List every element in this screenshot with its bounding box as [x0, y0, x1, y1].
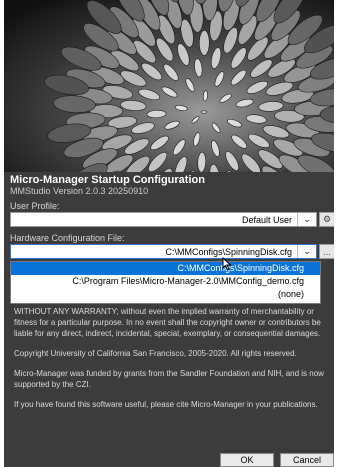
- config-option[interactable]: C:\MMConfigs\SpinningDisk.cfg: [11, 262, 320, 275]
- user-profile-combo[interactable]: Default User ⌄: [10, 212, 317, 227]
- startup-dialog: Micro-Manager Startup Configuration MMSt…: [4, 0, 334, 467]
- hardware-config-value: C:\MMConfigs\SpinningDisk.cfg: [165, 247, 292, 257]
- mouse-cursor-icon: [222, 257, 232, 271]
- app-title: Micro-Manager Startup Configuration: [10, 174, 205, 186]
- config-option[interactable]: (none): [11, 288, 320, 301]
- user-profile-label: User Profile:: [10, 201, 60, 211]
- config-option[interactable]: C:\Program Files\Micro-Manager-2.0\MMCon…: [11, 275, 320, 288]
- hardware-config-combo[interactable]: C:\MMConfigs\SpinningDisk.cfg ⌄: [10, 244, 317, 259]
- user-profile-value: Default User: [241, 215, 292, 225]
- hardware-config-dropdown-list[interactable]: C:\MMConfigs\SpinningDisk.cfg C:\Program…: [10, 261, 321, 304]
- browse-config-button[interactable]: ...: [319, 244, 334, 259]
- app-version: MMStudio Version 2.0.3 20250910: [10, 186, 149, 196]
- chevron-down-icon[interactable]: ⌄: [297, 245, 316, 258]
- profile-settings-button[interactable]: ⚙: [319, 212, 334, 227]
- license-paragraph: WITHOUT ANY WARRANTY; without even the i…: [14, 307, 321, 338]
- license-text: WITHOUT ANY WARRANTY; without even the i…: [14, 306, 330, 419]
- license-paragraph: Micro-Manager was funded by grants from …: [14, 369, 324, 389]
- browse-button-label: ...: [323, 246, 331, 257]
- hardware-config-label: Hardware Configuration File:: [10, 233, 125, 243]
- chevron-down-icon[interactable]: ⌄: [297, 213, 316, 226]
- license-paragraph: Copyright University of California San F…: [14, 349, 297, 358]
- ok-button[interactable]: OK: [220, 453, 274, 467]
- splash-image: [4, 0, 334, 172]
- gear-icon: ⚙: [322, 214, 332, 224]
- cancel-button[interactable]: Cancel: [280, 453, 334, 467]
- license-paragraph: If you have found this software useful, …: [14, 400, 318, 409]
